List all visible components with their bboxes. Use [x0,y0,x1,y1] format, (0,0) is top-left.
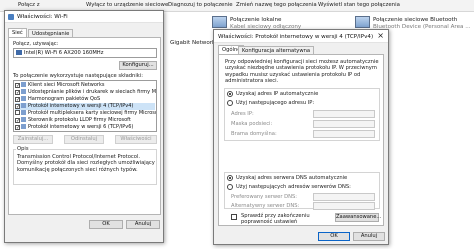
component-label: Sterownik protokołu LLDP firmy Microsoft [28,117,131,123]
component-icon [21,89,26,94]
component-icon [21,117,26,122]
properties-button[interactable]: Właściwości [115,135,157,144]
intro-text: Przy odpowiedniej konfiguracji sieci moż… [225,59,379,84]
component-label: Protokół multipleksera karty sieciowej f… [28,110,157,116]
ip-manual-label: Użyj następującego adresu IP: [236,100,315,106]
bluetooth-connection-name: Połączenie sieciowe Bluetooth [373,17,458,23]
dns-manual-label: Użyj następujących adresów serwerów DNS: [236,184,351,190]
ipv4-general-panel: Przy odpowiedniej konfiguracji sieci moż… [218,54,384,226]
wifi-network-panel: Połącz, używając: Intel(R) Wi-Fi 6 AX200… [8,37,161,215]
subnet-mask-label: Maska podsieci: [231,121,273,127]
component-icon [21,103,26,108]
component-checkbox[interactable] [15,110,20,115]
dns-manual-radio[interactable] [227,184,233,190]
component-row[interactable]: ✓ Protokół internetowy w wersji 4 (TCP/IP… [15,103,155,110]
ip-address-input[interactable] [313,110,375,118]
component-row[interactable]: ✓ Klient sieci Microsoft Networks [15,82,155,89]
uninstall-button[interactable]: Odinstaluj [64,135,104,144]
wifi-properties-titlebar: Właściwości: Wi-Fi [5,11,163,23]
component-label: Protokół internetowy w wersji 4 (TCP/IPv… [28,103,134,109]
components-label: To połączenie wykorzystuje następujące s… [13,73,143,79]
ipv4-ok-button[interactable]: OK [318,232,350,241]
component-checkbox[interactable]: ✓ [15,83,20,89]
adapter-field: Intel(R) Wi-Fi 6 AX200 160MHz [13,48,157,58]
alternate-dns-label: Alternatywny serwer DNS: [231,203,300,209]
component-row[interactable]: ✓ Udostępnianie plików i drukarek w sieci… [15,89,157,96]
bluetooth-connection-icon [355,16,370,28]
wifi-properties-title: Właściwości: Wi-Fi [17,14,68,20]
components-list[interactable]: ✓ Klient sieci Microsoft Networks ✓ Udostęp… [13,80,157,132]
validate-checkbox[interactable] [231,214,237,220]
validate-label: Sprawdź przy zakończeniu poprawność usta… [241,213,310,226]
network-adapter-icon [16,50,22,55]
ip-manual-radio[interactable] [227,100,233,106]
local-connection-icon [212,16,227,28]
local-connection-name: Połączenie lokalne [230,17,282,23]
component-checkbox[interactable]: ✓ [15,118,20,124]
ipv4-cancel-button[interactable]: Anuluj [353,232,385,241]
view-status-label: Wyświetl stan tego połączenia [318,2,400,8]
wifi-network-icon [8,14,14,20]
preferred-dns-label: Preferowany serwer DNS: [231,194,298,200]
wifi-ok-button[interactable]: OK [89,220,123,229]
ipv4-properties-titlebar: Właściwości: Protokół internetowy w wers… [214,30,388,43]
preferred-dns-input[interactable] [313,193,375,201]
ipv4-properties-title: Właściwości: Protokół internetowy w wers… [218,34,374,40]
alternate-dns-input[interactable] [313,202,375,210]
disable-device-label: Wyłącz to urządzenie sieciowe [86,2,169,8]
component-label: Udostępnianie plików i drukarek w siecia… [28,89,157,95]
component-label: Klient sieci Microsoft Networks [28,82,105,88]
ip-address-label: Adres IP: [231,111,254,117]
dns-auto-radio[interactable] [227,175,233,181]
description-text: Transmission Control Protocol/Internet P… [17,154,155,173]
component-icon [21,96,26,101]
rename-command[interactable]: Zmień nazwę tego połączenia [236,2,317,8]
diagnose-command[interactable]: Diagnozuj to połączenie [168,2,233,8]
install-button[interactable]: Zainstaluj... [13,135,53,144]
component-checkbox[interactable]: ✓ [15,104,20,110]
component-label: Harmonogram pakietów QoS [28,96,101,102]
component-icon [21,110,26,115]
connect-to-label: Połącz z [18,2,40,8]
connect-using-label: Połącz, używając: [13,41,59,47]
rename-label: Zmień nazwę tego połączenia [236,2,317,8]
component-row[interactable]: Protokół multipleksera karty sieciowej f… [15,110,157,117]
wifi-cancel-button[interactable]: Anuluj [126,220,160,229]
connect-to-command[interactable]: Połącz z [18,2,40,8]
disable-device-command[interactable]: Wyłącz to urządzenie sieciowe [86,2,168,8]
view-status-command[interactable]: Wyświetl stan tego połączenia [318,2,400,8]
tab-network-label: Sieć [12,30,23,36]
gigabit-fragment: Gigabit Network [170,40,216,46]
ipv4-properties-window: Właściwości: Protokół internetowy w wers… [213,29,389,245]
gateway-input[interactable] [313,130,375,138]
adapter-name: Intel(R) Wi-Fi 6 AX200 160MHz [24,50,104,56]
ip-auto-label: Uzyskaj adres IP automatycznie [236,91,319,97]
component-row[interactable]: ✓ Sterownik protokołu LLDP firmy Microsof… [15,117,155,124]
component-checkbox[interactable]: ✓ [15,97,20,103]
diagnose-label: Diagnozuj to połączenie [168,2,233,8]
component-checkbox[interactable]: ✓ [15,90,20,96]
advanced-button[interactable]: Zaawansowane... [335,213,381,222]
component-checkbox[interactable]: ✓ [15,125,20,131]
component-row[interactable]: ✓ Protokół internetowy w wersji 6 (TCP/IP… [15,124,155,131]
description-title: Opis [16,146,30,152]
configure-button[interactable]: Konfiguruj... [119,61,157,70]
component-label: Protokół internetowy w wersji 6 (TCP/IPv… [28,124,134,130]
component-icon [21,124,26,129]
component-row[interactable]: ✓ Harmonogram pakietów QoS [15,96,155,103]
ip-auto-radio[interactable] [227,91,233,97]
component-icon [21,82,26,87]
gateway-label: Brama domyślna: [231,131,277,137]
dns-auto-label: Uzyskaj adres serwera DNS automatycznie [236,175,348,181]
subnet-mask-input[interactable] [313,120,375,128]
wifi-properties-window: Właściwości: Wi-Fi Sieć Udostępnianie Po… [4,10,164,243]
close-icon[interactable]: × [377,31,384,40]
